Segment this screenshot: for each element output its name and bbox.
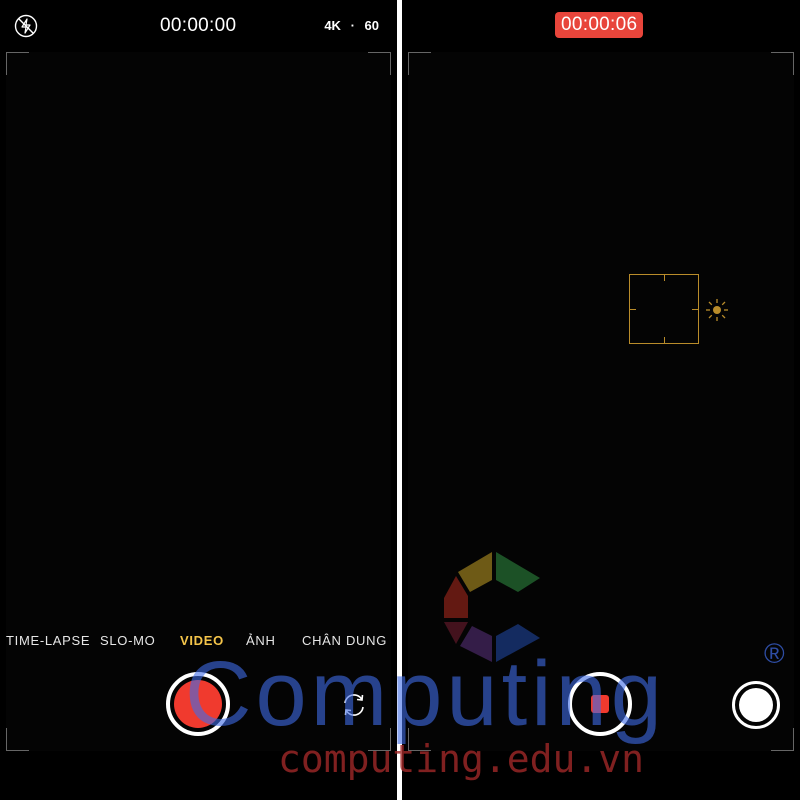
recording-timer-badge: 00:00:06	[555, 12, 644, 38]
mode-slo-mo[interactable]: SLO-MO	[100, 633, 155, 648]
viewfinder-corner	[771, 728, 794, 751]
recording-timer: 00:00:00	[160, 15, 237, 36]
flash-off-icon[interactable]	[14, 14, 38, 38]
mode-time-lapse[interactable]: TIME-LAPSE	[6, 633, 90, 648]
format-separator: ·	[350, 18, 355, 33]
sun-icon[interactable]	[705, 298, 729, 322]
watermark-url: computing.edu.vn	[278, 737, 645, 781]
watermark-brand: Computing	[185, 643, 666, 745]
viewfinder-corner	[6, 52, 29, 75]
viewfinder-corner	[408, 52, 431, 75]
viewfinder-corner	[368, 52, 391, 75]
fps-label[interactable]: 60	[365, 18, 379, 33]
video-format-toggle[interactable]: 4K · 60	[318, 18, 379, 33]
resolution-label[interactable]: 4K	[324, 18, 341, 33]
capture-photo-button[interactable]	[732, 681, 780, 729]
viewfinder-corner	[6, 728, 29, 751]
viewfinder-corner	[771, 52, 794, 75]
capture-photo-inner	[739, 688, 773, 722]
watermark-registered: ®	[764, 638, 785, 669]
focus-box[interactable]	[629, 274, 699, 344]
